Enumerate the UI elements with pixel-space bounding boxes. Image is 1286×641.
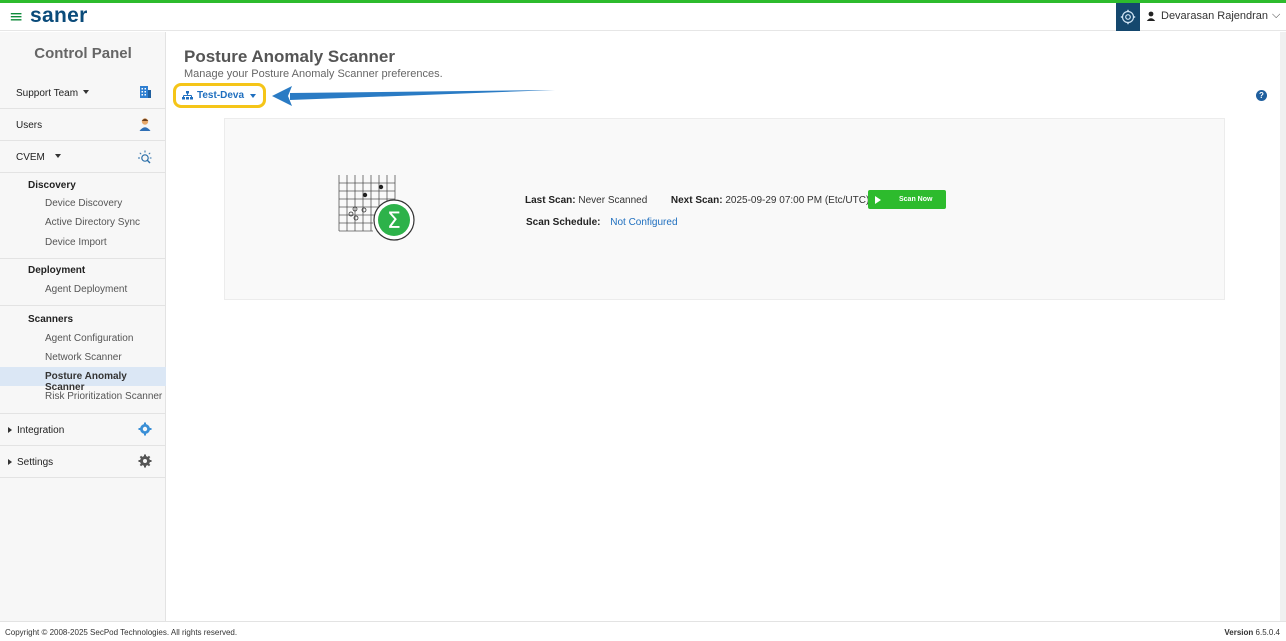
scan-schedule-row: Scan Schedule: Not Configured [526,217,678,228]
sidebar-item-device-import[interactable]: Device Import [0,233,166,252]
settings-gear-icon [138,454,152,468]
scan-status-card: Σ Last Scan: Never Scanned Next Scan: 20… [224,118,1225,300]
sidebar-item-settings[interactable]: Settings [0,446,166,478]
sidebar-divider [0,258,166,259]
sidebar-title: Control Panel [34,45,132,62]
sidebar-item-label: Users [16,120,43,131]
scan-info-row: Last Scan: Never Scanned Next Scan: 2025… [525,195,869,206]
sidebar-item-active-directory-sync[interactable]: Active Directory Sync [0,213,166,232]
sidebar-item-integration[interactable]: Integration [0,414,166,446]
sidebar-item-label: Settings [17,457,54,468]
annotation-arrow [272,86,555,106]
last-scan-value: Never Scanned [578,195,648,206]
sidebar-item-label: Device Discovery [45,198,123,209]
sidebar-item-label: Support Team [16,88,79,99]
user-menu[interactable]: Devarasan Rajendran ⌵ [1146,9,1280,22]
version-text: Version 6.5.0.4 [1224,628,1280,637]
sidebar: Control Panel Support Team Users CVEM Di… [0,32,166,621]
sidebar-item-device-discovery[interactable]: Device Discovery [0,194,166,213]
scan-schedule-label: Scan Schedule: [526,217,601,228]
integration-gear-icon [138,422,152,436]
hamburger-icon[interactable]: ≡ [9,8,23,26]
next-scan-value: 2025-09-29 07:00 PM (Etc/UTC) [725,195,870,206]
page-scrollbar[interactable] [1280,32,1286,621]
section-title-discovery: Discovery [28,180,76,191]
page-title: Posture Anomaly Scanner [184,47,395,66]
version-label: Version [1224,628,1254,637]
chevron-down-icon: ⌵ [1272,9,1281,21]
play-icon [875,195,881,204]
section-title-scanners: Scanners [28,314,74,325]
scan-now-label: Scan Now [899,196,933,203]
sidebar-item-posture-anomaly-scanner[interactable]: Posture Anomaly Scanner [0,367,166,393]
settings-gear-button[interactable] [1116,3,1140,31]
scope-selector-button[interactable]: Test-Deva [173,83,266,108]
top-navbar: ≡ saner Devarasan Rajendran ⌵ [0,3,1286,31]
sidebar-item-cvem[interactable]: CVEM [0,141,166,173]
caret-down-icon [83,90,90,94]
section-title-deployment: Deployment [28,265,86,276]
gear-icon [1120,9,1136,25]
sidebar-item-agent-configuration[interactable]: Agent Configuration [0,329,166,348]
scan-schedule-link[interactable]: Not Configured [610,217,677,228]
anomaly-sigma-icon: Σ [338,175,415,241]
sidebar-item-label: Active Directory Sync [45,217,141,228]
brand-logo[interactable]: saner [30,4,88,28]
person-icon [139,118,151,131]
scope-label: Test-Deva [197,90,245,101]
next-scan-label: Next Scan: [670,195,723,206]
caret-right-icon [8,459,12,465]
sidebar-item-risk-prioritization-scanner[interactable]: Risk Prioritization Scanner [0,387,166,406]
page-subtitle: Manage your Posture Anomaly Scanner pref… [184,68,443,80]
svg-text:Σ: Σ [387,209,401,234]
caret-down-icon [250,93,257,98]
sidebar-item-network-scanner[interactable]: Network Scanner [0,348,166,367]
sidebar-item-label: Integration [17,425,65,436]
sidebar-item-label: CVEM [16,152,45,163]
caret-down-icon [54,154,61,158]
sidebar-item-label: Agent Configuration [45,333,134,344]
sidebar-item-label: Agent Deployment [45,284,128,295]
footer: Copyright © 2008-2025 SecPod Technologie… [0,621,1286,641]
sidebar-item-users[interactable]: Users [0,109,166,141]
sidebar-item-agent-deployment[interactable]: Agent Deployment [0,280,166,299]
help-icon[interactable]: ? [1256,90,1267,101]
sidebar-item-label: Network Scanner [45,352,122,363]
sidebar-item-support-team[interactable]: Support Team [0,77,166,109]
sidebar-item-label: Risk Prioritization Scanner [45,391,163,402]
org-chart-icon [182,91,193,100]
version-value: 6.5.0.4 [1255,628,1280,637]
caret-right-icon [8,427,12,433]
sidebar-divider [0,305,166,306]
sidebar-item-label: Device Import [45,237,107,248]
copyright-text: Copyright © 2008-2025 SecPod Technologie… [5,628,238,637]
user-name: Devarasan Rajendran [1161,9,1269,22]
building-icon [140,86,151,98]
scan-now-button[interactable]: Scan Now [868,190,946,209]
last-scan-label: Last Scan: [525,195,576,206]
scan-bug-icon [138,150,152,164]
user-icon [1146,11,1156,21]
